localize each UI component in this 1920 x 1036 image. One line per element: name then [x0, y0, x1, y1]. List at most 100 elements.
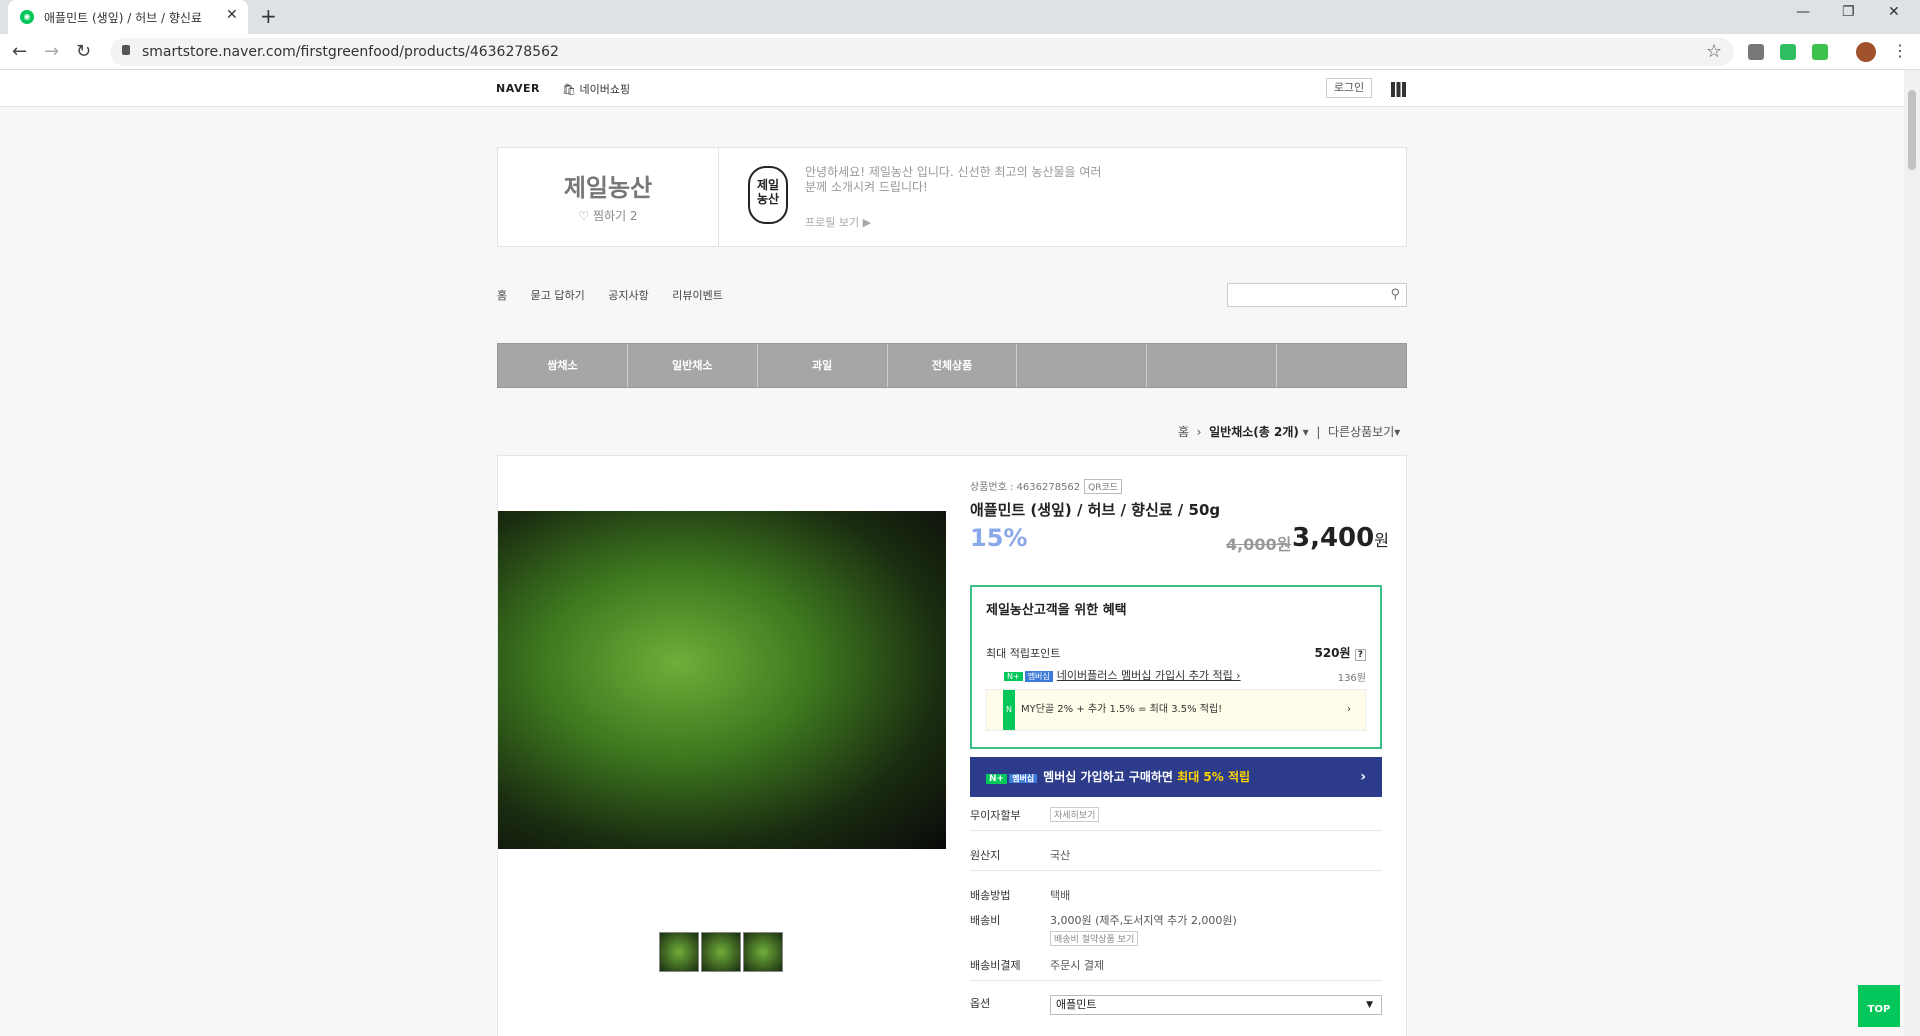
browser-tab-bar: ◉ 애플민트 (생잎) / 허브 / 향신료 ✕ + — ❐ ✕ [0, 0, 1920, 34]
store-name[interactable]: 제일농산 [498, 168, 718, 203]
minimize-icon[interactable]: — [1796, 4, 1810, 20]
product-thumbnail[interactable] [701, 932, 741, 972]
origin-value: 국산 [1050, 849, 1071, 862]
scrollbar-thumb[interactable] [1908, 90, 1916, 170]
installment-detail-button[interactable]: 자세히보기 [1050, 807, 1100, 822]
product-thumbnail[interactable] [659, 932, 699, 972]
store-divider [718, 148, 719, 246]
menu-dots-icon[interactable]: ⋮ [1892, 41, 1908, 60]
category-ssam[interactable]: 쌈채소 [498, 344, 628, 387]
login-button[interactable]: 로그인 [1326, 78, 1372, 98]
option-select[interactable]: 애플민트 ▼ [1050, 995, 1382, 1015]
membership-badge-text: 멤버십 [1009, 774, 1038, 783]
scroll-top-button[interactable]: TOP [1858, 985, 1900, 1027]
max-point-label: 최대 적립포인트 [986, 647, 1061, 660]
product-number: 상품번호 : 4636278562 QR코드 [970, 478, 1123, 494]
reload-icon[interactable]: ↻ [76, 41, 91, 62]
n-badge-icon: N [1003, 690, 1015, 730]
option-label: 옵션 [970, 997, 991, 1010]
sale-price-value: 3,400 [1292, 523, 1375, 553]
divider [970, 830, 1382, 831]
back-icon[interactable]: ← [12, 41, 27, 62]
bookmark-star-icon[interactable]: ☆ [1706, 41, 1722, 62]
naver-shopping-link[interactable]: 🛍 네이버쇼핑 [562, 81, 630, 97]
membership-banner-highlight: 최대 5% 적립 [1177, 770, 1251, 784]
profile-avatar[interactable] [1856, 42, 1876, 62]
breadcrumb: 홈 › 일반채소(총 2개) ▾ | 다른상품보기▾ [1178, 425, 1401, 439]
tab-title: 애플민트 (생잎) / 허브 / 향신료 [44, 11, 202, 25]
naver-logo[interactable]: NAVER [496, 82, 540, 95]
store-nav: 홈 묻고 답하기 공지사항 리뷰이벤트 [497, 287, 743, 303]
qr-code-button[interactable]: QR코드 [1084, 479, 1123, 494]
search-icon[interactable]: ⚲ [1390, 287, 1400, 302]
product-thumbnail[interactable] [743, 932, 783, 972]
sale-price: 3,400원 [1292, 523, 1389, 553]
other-products-link[interactable]: 다른상품보기 [1328, 425, 1394, 439]
naver-global-nav: NAVER 🛍 네이버쇼핑 로그인 [0, 70, 1904, 107]
naver-plus-text: 네이버플러스 멤버십 가입시 추가 적립 [1056, 669, 1233, 682]
apps-grid-icon[interactable] [1391, 82, 1406, 97]
divider [970, 980, 1382, 981]
store-intro: 안녕하세요! 제일농산 입니다. 신선한 최고의 농산물을 여러분께 소개시켜 … [805, 165, 1102, 194]
membership-banner[interactable]: N+ 멤버십 멤버십 가입하고 구매하면 최대 5% 적립 › [970, 757, 1382, 797]
tab-close-icon[interactable]: ✕ [226, 7, 238, 23]
option-selected: 애플민트 [1056, 998, 1097, 1011]
store-nav-review-event[interactable]: 리뷰이벤트 [672, 289, 723, 302]
breadcrumb-current[interactable]: 일반채소(총 2개) [1209, 425, 1299, 439]
option-row: 옵션 애플민트 ▼ [970, 995, 1382, 1017]
product-section: 상품번호 : 4636278562 QR코드 애플민트 (생잎) / 허브 / 향… [497, 455, 1407, 1036]
store-profile-card: 제일농산 ♡ 찜하기 2 제일농산 안녕하세요! 제일농산 입니다. 신선한 최… [497, 147, 1407, 247]
chevron-down-icon: ▼ [1366, 1000, 1373, 1010]
new-tab-button[interactable]: + [260, 4, 277, 28]
forward-icon[interactable]: → [44, 41, 59, 62]
shipping-fee-label: 배송비 [970, 914, 1001, 927]
naver-plus-value: 136원 [1337, 673, 1366, 684]
price-unit: 원 [1374, 531, 1389, 550]
category-all[interactable]: 전체상품 [888, 344, 1018, 387]
naver-plus-link[interactable]: N+ 멤버십 네이버플러스 멤버십 가입시 추가 적립 › [1004, 667, 1241, 683]
divider [970, 870, 1382, 871]
nplus-badge: N+ [1004, 672, 1023, 681]
restore-icon[interactable]: ❐ [1842, 4, 1855, 20]
store-logo-text: 제일농산 [756, 178, 780, 206]
product-number-text: 상품번호 : 4636278562 [970, 482, 1081, 493]
nplus-badge: N+ [986, 774, 1008, 784]
my-regular-banner[interactable]: N MY단골 2% + 추가 1.5% = 최대 3.5% 적립! › [986, 689, 1366, 731]
category-empty [1277, 344, 1406, 387]
store-nav-home[interactable]: 홈 [497, 289, 507, 302]
store-nav-qna[interactable]: 묻고 답하기 [531, 289, 585, 302]
favorite-count: 찜하기 2 [593, 209, 638, 223]
page-scrollbar[interactable] [1904, 70, 1920, 1036]
max-point-value: 520원 ? [1314, 644, 1366, 661]
green-extension-icon[interactable] [1812, 44, 1828, 60]
installment-label: 무이자할부 [970, 809, 1021, 822]
store-nav-notice[interactable]: 공지사항 [608, 289, 648, 302]
shipping-pay-label: 배송비결제 [970, 959, 1021, 972]
window-close-icon[interactable]: ✕ [1888, 4, 1900, 20]
max-point-amount: 520원 [1314, 646, 1351, 660]
help-icon[interactable]: ? [1354, 649, 1366, 661]
evernote-extension-icon[interactable] [1780, 44, 1796, 60]
browser-tab[interactable]: ◉ 애플민트 (생잎) / 허브 / 향신료 ✕ [8, 0, 248, 34]
store-favorite-button[interactable]: ♡ 찜하기 2 [498, 207, 718, 224]
browser-toolbar: ← → ↻ smartstore.naver.com/firstgreenfoo… [0, 34, 1920, 70]
product-main-image [498, 511, 946, 849]
camera-extension-icon[interactable] [1748, 44, 1764, 60]
discount-rate: 15% [970, 524, 1028, 552]
category-general[interactable]: 일반채소 [628, 344, 758, 387]
profile-link[interactable]: 프로필 보기 ▶ [805, 214, 871, 230]
chevron-right-icon: › [1347, 704, 1351, 715]
shipping-save-button[interactable]: 배송비 절약상품 보기 [1050, 931, 1139, 946]
store-search-input[interactable]: ⚲ [1227, 283, 1407, 307]
category-fruit[interactable]: 과일 [758, 344, 888, 387]
membership-badge: 멤버십 [1024, 671, 1053, 682]
store-logo: 제일농산 [748, 166, 788, 224]
origin-label: 원산지 [970, 849, 1001, 862]
installment-value: 자세히보기 [1050, 807, 1100, 822]
breadcrumb-home[interactable]: 홈 [1178, 425, 1189, 439]
category-empty [1017, 344, 1148, 387]
tab-favicon-icon: ◉ [20, 10, 34, 24]
my-regular-text: MY단골 2% + 추가 1.5% = 최대 3.5% 적립! [1020, 704, 1223, 715]
address-bar[interactable]: smartstore.naver.com/firstgreenfood/prod… [110, 38, 1734, 66]
naver-shopping-label: 네이버쇼핑 [579, 83, 631, 96]
